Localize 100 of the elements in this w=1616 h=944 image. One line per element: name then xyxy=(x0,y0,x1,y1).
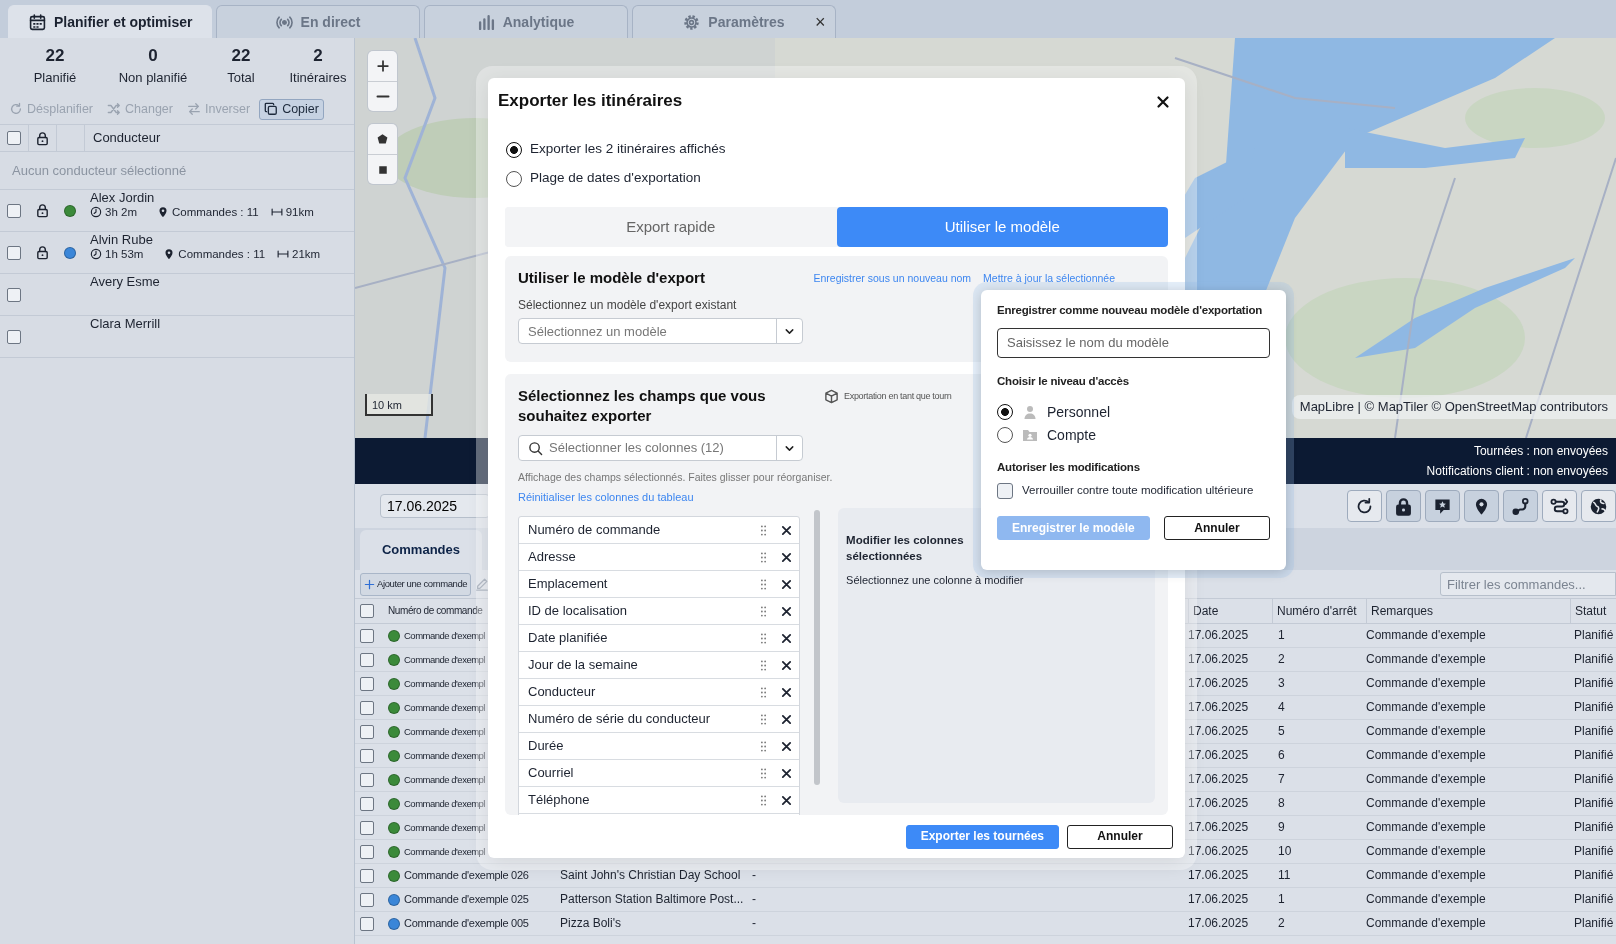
panel-title: Modifier les colonnes sélectionnées xyxy=(846,533,965,565)
table-cell: Commande d'exemple 025 xyxy=(404,892,529,907)
table-cell: Commande d'exempl xyxy=(404,725,485,738)
filter-field[interactable]: Filtrer les commandes... xyxy=(1440,572,1616,596)
tab[interactable]: Commandes xyxy=(360,530,482,570)
field-item[interactable]: ID de localisation xyxy=(519,598,800,626)
scale-bar: 10 km xyxy=(365,394,433,416)
add-order-button[interactable]: Ajouter une commande xyxy=(360,572,472,596)
table-cell: - xyxy=(752,868,756,883)
radio-label: Plage de dates d'exportation xyxy=(530,170,701,187)
stat-value: 22 xyxy=(231,46,251,67)
table-cell: Pizza Boli's xyxy=(560,916,621,931)
field-item[interactable]: Adresse xyxy=(519,544,800,572)
table-cell: Planifié xyxy=(1574,892,1614,907)
table-cell: 17.06.2025 xyxy=(1188,916,1249,931)
field-item[interactable]: Conducteur xyxy=(519,679,800,707)
template-name-field[interactable]: Saisissez le nom du modèle xyxy=(997,327,1270,358)
stat-label: Non planifié xyxy=(118,70,188,86)
field-item[interactable]: Numéro de série du conducteur xyxy=(519,706,800,734)
table-cell: Commande d'exempl xyxy=(404,797,485,810)
table-cell: 17.06.2025 xyxy=(1188,748,1249,763)
cancel-button[interactable]: Annuler xyxy=(1067,824,1173,849)
empty-message: Aucun conducteur sélectionné xyxy=(12,162,187,179)
table-cell: Commande d'exempl xyxy=(404,701,485,714)
section-title: Sélectionnez les champs que vous souhaitez exporter xyxy=(518,386,767,426)
table-cell: 6 xyxy=(1278,748,1285,763)
column-header: Statut xyxy=(1575,603,1607,619)
tab[interactable]: Paramètres × xyxy=(632,5,836,38)
field-label: Sélectionnez un modèle d'export existant xyxy=(518,298,737,313)
table-cell: 1 xyxy=(1278,628,1285,643)
column-header: Numéro d'arrêt xyxy=(1277,603,1357,619)
table-cell: 7 xyxy=(1278,772,1285,787)
action-button[interactable]: Copier xyxy=(259,98,324,120)
field-item[interactable]: Numéro de commande xyxy=(519,517,800,545)
export-mode-text: Exportation en tant que tourn xyxy=(844,391,952,402)
driver-name: Alvin Rube xyxy=(90,232,153,248)
table-cell: Commande d'exemple xyxy=(1366,724,1486,739)
table-cell: 5 xyxy=(1278,724,1285,739)
table-cell: Commande d'exemple xyxy=(1366,844,1486,859)
duration: 1h 53m xyxy=(105,247,144,262)
table-cell: Commande d'exemple 005 xyxy=(404,916,529,931)
table-cell: Commande d'exemple xyxy=(1366,700,1486,715)
table-cell: 17.06.2025 xyxy=(1188,652,1249,667)
panel-hint: Sélectionnez une colonne à modifier xyxy=(846,574,1025,588)
table-cell: 4 xyxy=(1278,700,1285,715)
radio-label: Exporter les 2 itinéraires affichés xyxy=(530,141,726,158)
table-cell: 11 xyxy=(1278,868,1291,883)
field-item[interactable]: Jour de la semaine xyxy=(519,652,800,680)
hint-text: Affichage des champs sélectionnés. Faites glisser pour réorganiser. xyxy=(518,471,834,484)
table-cell: 17.06.2025 xyxy=(1188,844,1249,859)
field-item[interactable]: Date planifiée xyxy=(519,625,800,653)
table-cell: Commande d'exemple xyxy=(1366,676,1486,691)
table-cell: 17.06.2025 xyxy=(1188,628,1249,643)
table-cell: Commande d'exemple xyxy=(1366,748,1486,763)
table-cell: Planifié xyxy=(1574,916,1614,931)
field-item[interactable]: Téléphone xyxy=(519,787,800,815)
date-field[interactable]: 17.06.2025 xyxy=(380,494,490,518)
table-cell: 1 xyxy=(1278,892,1285,907)
table-cell: Commande d'exemple xyxy=(1366,916,1486,931)
table-cell: Planifié xyxy=(1574,844,1614,859)
stat-label: Itinéraires xyxy=(289,70,347,86)
table-cell: Planifié xyxy=(1574,772,1614,787)
template-select[interactable]: Sélectionnez un modèle xyxy=(518,318,803,345)
table-cell: Commande d'exemple xyxy=(1366,652,1486,667)
table-cell: 17.06.2025 xyxy=(1188,724,1249,739)
table-cell: Planifié xyxy=(1574,700,1614,715)
order-count: Commandes : 11 xyxy=(178,247,266,262)
stat-value: 2 xyxy=(313,46,323,67)
table-cell: Commande d'exempl xyxy=(404,749,485,762)
table-cell: - xyxy=(752,916,756,931)
order-count: Commandes : 11 xyxy=(171,205,259,220)
group-title: Autoriser les modifications xyxy=(997,460,1140,475)
table-cell: Planifié xyxy=(1574,724,1614,739)
table-cell: - xyxy=(752,892,756,907)
table-cell: Commande d'exempl xyxy=(404,845,485,858)
cancel-button[interactable]: Annuler xyxy=(1164,516,1270,541)
close-button[interactable]: × xyxy=(815,11,826,32)
column-header: Numéro de commande xyxy=(388,605,483,617)
field-item[interactable]: Durée xyxy=(519,733,800,761)
popover-title: Enregistrer comme nouveau modèle d'exportation xyxy=(997,304,1263,318)
table-cell: Commande d'exemple xyxy=(1366,772,1486,787)
radio-label: Personnel xyxy=(1047,403,1111,421)
table-cell: 3 xyxy=(1278,676,1285,691)
table-cell: Commande d'exemple xyxy=(1366,796,1486,811)
table-cell: 17.06.2025 xyxy=(1188,700,1249,715)
section-title: Utiliser le modèle d'export xyxy=(518,268,705,288)
table-cell: 17.06.2025 xyxy=(1188,796,1249,811)
column-select[interactable]: Sélectionner les colonnes (12) xyxy=(518,435,803,461)
table-cell: 17.06.2025 xyxy=(1188,676,1249,691)
driver-name: Avery Esme xyxy=(90,274,160,290)
duration: 3h 2m xyxy=(105,205,137,220)
column-header: Remarques xyxy=(1371,603,1434,619)
field-item[interactable]: Emplacement xyxy=(519,571,800,599)
radio-label: Compte xyxy=(1047,426,1097,444)
distance: 91km xyxy=(285,205,314,220)
field-item[interactable]: Courriel xyxy=(519,760,800,788)
table-cell: Commande d'exempl xyxy=(404,629,485,642)
tab[interactable]: Planifier et optimiser xyxy=(8,5,212,38)
checkbox-label: Verrouiller contre toute modification ultérieure xyxy=(1022,484,1254,499)
table-cell: Commande d'exempl xyxy=(404,653,485,666)
